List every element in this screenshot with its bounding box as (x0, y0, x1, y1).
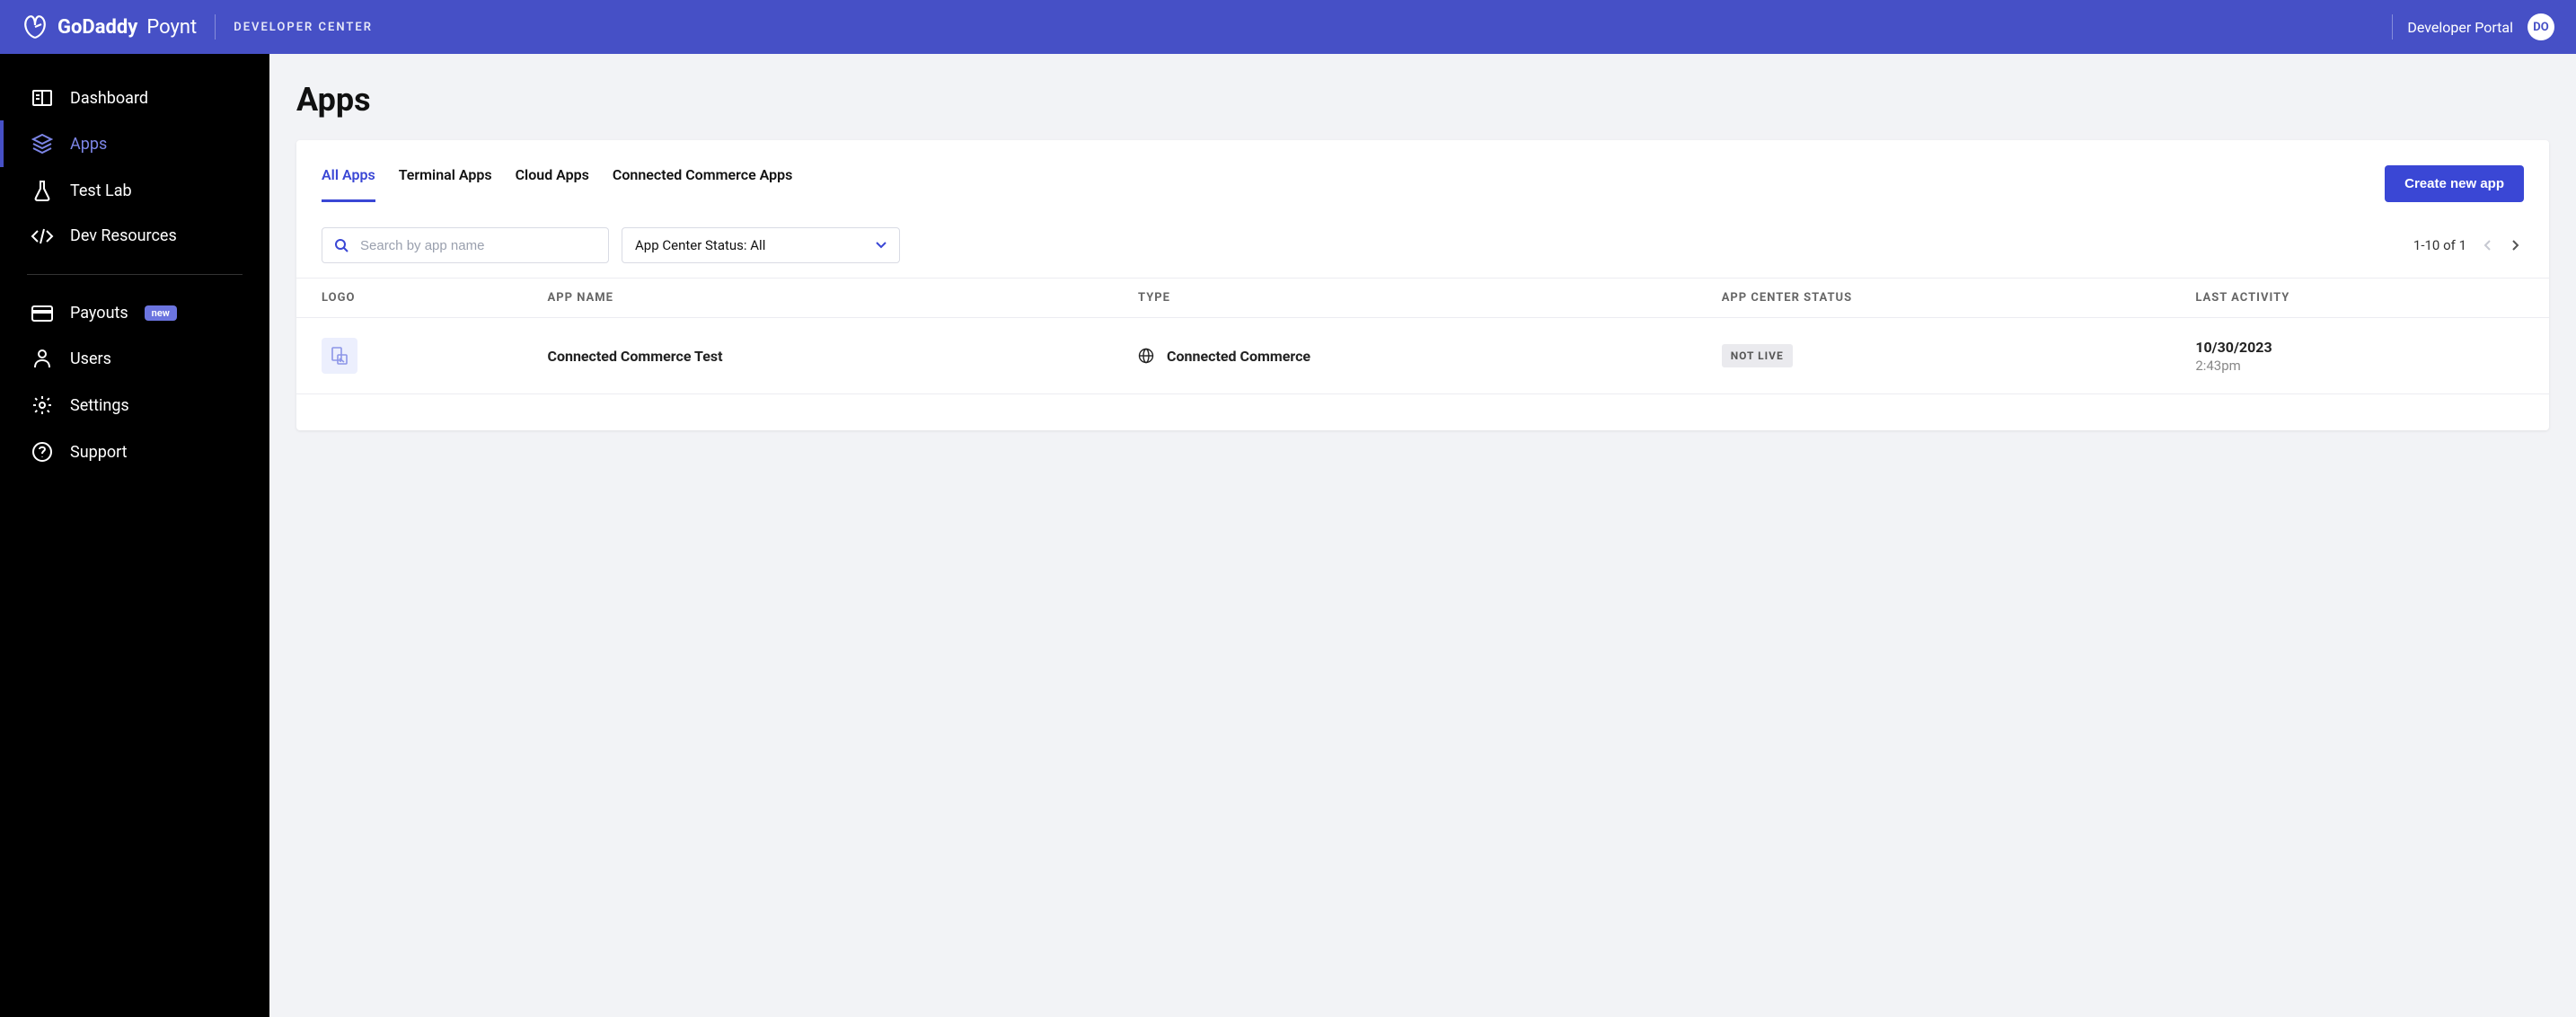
sidebar-item-testlab[interactable]: Test Lab (0, 167, 269, 214)
type-text: Connected Commerce (1167, 348, 1310, 365)
pagination-next[interactable] (2508, 235, 2524, 255)
tab-cloud-apps[interactable]: Cloud Apps (516, 166, 589, 202)
apps-card: All Apps Terminal Apps Cloud Apps Connec… (296, 140, 2549, 430)
cell-logo (296, 318, 522, 394)
sidebar-item-label: Apps (70, 135, 107, 154)
sidebar-item-devresources[interactable]: Dev Resources (0, 214, 269, 258)
table-row[interactable]: Connected Commerce Test Connected Commer… (296, 318, 2549, 394)
cell-type: Connected Commerce (1113, 318, 1697, 394)
search-input[interactable] (322, 227, 609, 263)
brand-name: GoDaddy (57, 16, 137, 39)
settings-icon (31, 394, 54, 416)
table-header-row: LOGO APP NAME TYPE APP CENTER STATUS LAS… (296, 279, 2549, 318)
status-filter-value: App Center Status: All (622, 227, 900, 263)
apps-icon (31, 133, 54, 155)
support-icon (31, 441, 54, 463)
sidebar-item-label: Users (70, 349, 111, 368)
search-wrap (322, 227, 609, 263)
vertical-divider (2392, 14, 2393, 40)
sidebar-item-label: Test Lab (70, 181, 132, 200)
app-name-text: Connected Commerce Test (547, 348, 722, 365)
sidebar-item-settings[interactable]: Settings (0, 382, 269, 429)
col-last-activity: LAST ACTIVITY (2170, 279, 2549, 318)
status-badge: NOT LIVE (1722, 344, 1793, 367)
sidebar-item-support[interactable]: Support (0, 429, 269, 475)
sidebar: Dashboard Apps Test Lab Dev Resources (0, 54, 269, 1017)
pagination-range: 1-10 of 1 (2413, 237, 2466, 253)
tab-connected-commerce-apps[interactable]: Connected Commerce Apps (613, 166, 792, 202)
filters-left: App Center Status: All (322, 227, 900, 263)
cell-app-name: Connected Commerce Test (522, 318, 1113, 394)
sidebar-item-label: Dev Resources (70, 226, 177, 245)
top-header: GoDaddy Poynt DEVELOPER CENTER Developer… (0, 0, 2576, 54)
activity-date: 10/30/2023 (2195, 339, 2524, 356)
main-content: Apps All Apps Terminal Apps Cloud Apps C… (269, 54, 2576, 1017)
header-right: Developer Portal DO (2392, 13, 2554, 40)
activity-time: 2:43pm (2195, 358, 2524, 374)
godaddy-logo-icon (22, 14, 49, 40)
sidebar-item-label: Dashboard (70, 89, 148, 108)
search-icon (334, 238, 348, 252)
sidebar-item-dashboard[interactable]: Dashboard (0, 75, 269, 120)
sidebar-item-label: Settings (70, 396, 129, 415)
users-icon (31, 348, 54, 369)
brand-logo[interactable]: GoDaddy Poynt (22, 14, 197, 40)
pagination: 1-10 of 1 (2413, 235, 2524, 255)
sidebar-item-users[interactable]: Users (0, 335, 269, 382)
sidebar-item-label: Payouts (70, 304, 128, 323)
dashboard-icon (31, 88, 54, 108)
globe-icon (1138, 348, 1154, 364)
developer-portal-link[interactable]: Developer Portal (2407, 19, 2513, 36)
cell-status: NOT LIVE (1697, 318, 2171, 394)
cell-last-activity: 10/30/2023 2:43pm (2170, 318, 2549, 394)
tabs: All Apps Terminal Apps Cloud Apps Connec… (322, 166, 792, 202)
apps-table: LOGO APP NAME TYPE APP CENTER STATUS LAS… (296, 278, 2549, 394)
tabs-row: All Apps Terminal Apps Cloud Apps Connec… (296, 165, 2549, 202)
col-logo: LOGO (296, 279, 522, 318)
sidebar-item-label: Support (70, 443, 128, 462)
filters-row: App Center Status: All 1-10 of 1 (296, 202, 2549, 278)
chevron-down-icon (875, 241, 887, 250)
header-left: GoDaddy Poynt DEVELOPER CENTER (22, 14, 373, 40)
sidebar-divider (27, 274, 243, 275)
pagination-prev[interactable] (2479, 235, 2495, 255)
sidebar-item-apps[interactable]: Apps (0, 120, 269, 167)
page-title: Apps (296, 81, 2549, 119)
sidebar-item-payouts[interactable]: Payouts new (0, 291, 269, 335)
payouts-icon (31, 305, 54, 322)
app-logo-placeholder-icon (322, 338, 357, 374)
avatar[interactable]: DO (2527, 13, 2554, 40)
create-new-app-button[interactable]: Create new app (2385, 165, 2524, 202)
devres-icon (31, 227, 54, 245)
col-status: APP CENTER STATUS (1697, 279, 2171, 318)
vertical-divider (215, 14, 216, 40)
testlab-icon (31, 180, 54, 201)
product-name: Poynt (146, 16, 197, 39)
new-badge: new (145, 305, 177, 321)
col-type: TYPE (1113, 279, 1697, 318)
col-app-name: APP NAME (522, 279, 1113, 318)
tab-terminal-apps[interactable]: Terminal Apps (399, 166, 492, 202)
dev-center-label: DEVELOPER CENTER (234, 21, 373, 34)
status-filter-select[interactable]: App Center Status: All (622, 227, 900, 263)
tab-all-apps[interactable]: All Apps (322, 166, 375, 202)
